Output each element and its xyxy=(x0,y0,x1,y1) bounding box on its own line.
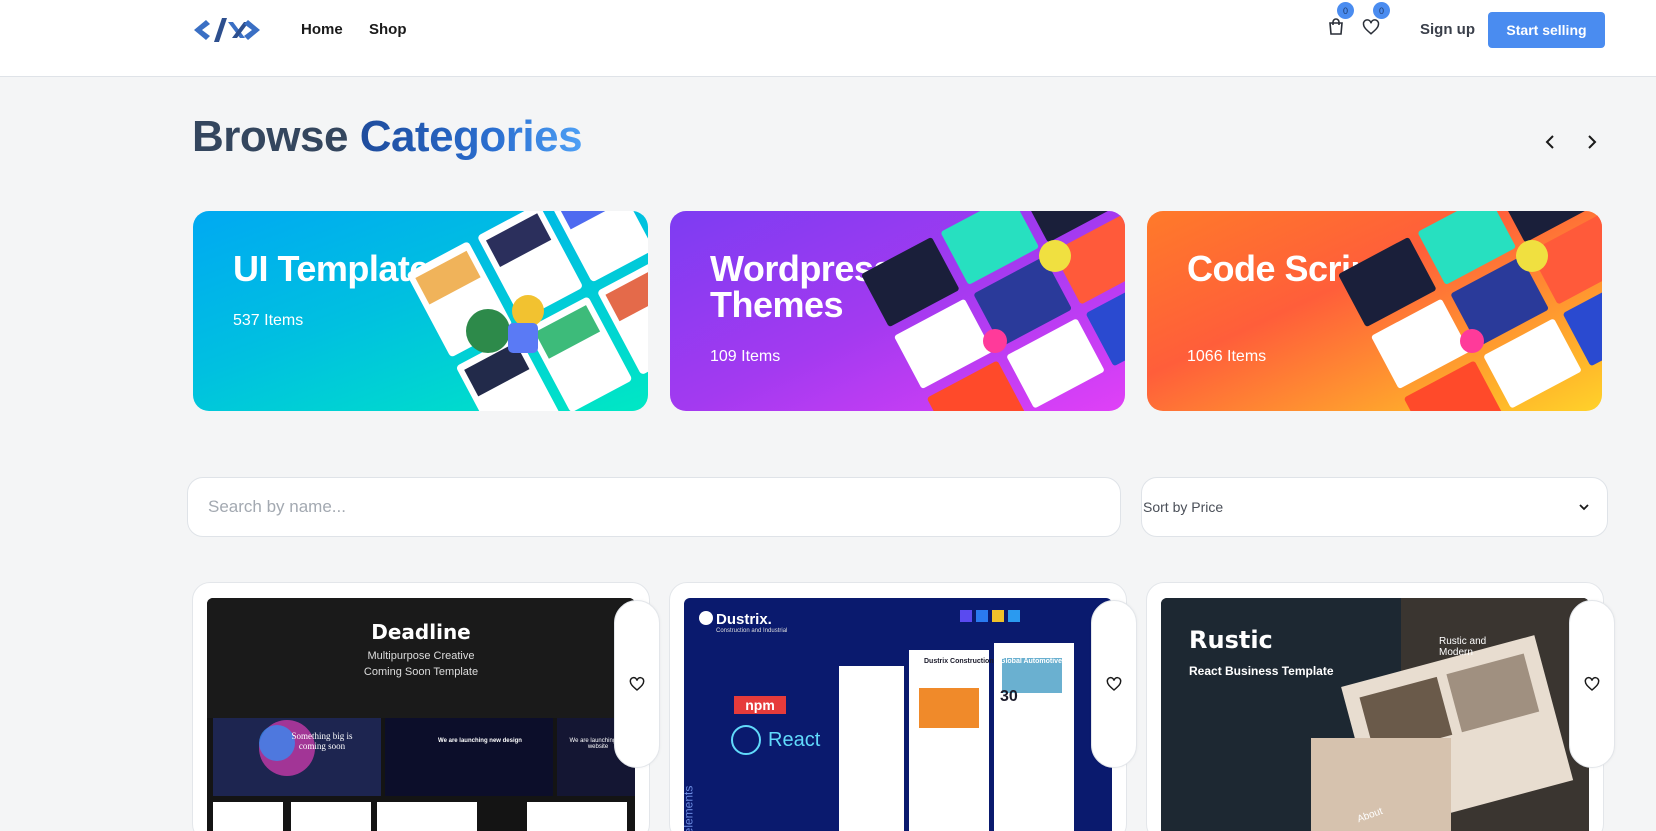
product-brand-sub: Construction and Industrial xyxy=(716,628,788,634)
heart-icon xyxy=(1362,19,1380,35)
category-count: 537 Items xyxy=(233,312,304,329)
react-badge: React xyxy=(768,729,821,751)
wordpress-themes-collage-image xyxy=(861,211,1125,411)
wishlist-toggle-button[interactable] xyxy=(1091,600,1137,768)
product-preview-image: Deadline Multipurpose Creative Coming So… xyxy=(207,598,635,831)
title-part-categories: Categories xyxy=(359,112,583,161)
category-card-code-scripts[interactable]: Code Scripts 1066 Items xyxy=(1147,211,1602,411)
product-card[interactable]: Dustrix. Construction and Industrial npm… xyxy=(669,582,1127,831)
mock-number: 30 xyxy=(1000,688,1018,705)
mock-text-2: We are launching new design xyxy=(438,738,522,744)
heart-icon xyxy=(1584,676,1600,691)
product-subtitle-line-2: Coming Soon Template xyxy=(363,666,479,678)
category-count: 109 Items xyxy=(710,348,781,365)
product-preview-image: Rustic React Business Template Rustic an… xyxy=(1161,598,1589,831)
carousel-next-arrow-icon[interactable] xyxy=(1580,131,1602,153)
sort-select[interactable]: Sort by Price xyxy=(1141,477,1608,537)
search-input[interactable] xyxy=(187,477,1121,537)
shopping-bag-icon xyxy=(1329,18,1343,35)
product-card[interactable]: Deadline Multipurpose Creative Coming So… xyxy=(192,582,650,831)
category-card-wordpress-themes[interactable]: Wordpress Themes 109 Items xyxy=(670,211,1125,411)
site-logo[interactable] xyxy=(192,14,262,44)
product-subtitle: React Business Template xyxy=(1189,664,1334,678)
npm-badge: npm xyxy=(745,697,775,713)
signup-link[interactable]: Sign up xyxy=(1420,21,1475,38)
ui-templates-collage-image xyxy=(407,211,648,411)
category-count: 1066 Items xyxy=(1187,348,1267,365)
wishlist-count-badge: 0 xyxy=(1373,2,1390,19)
code-scripts-collage-image xyxy=(1338,211,1602,411)
nav-shop-link[interactable]: Shop xyxy=(369,21,407,38)
sort-select-label: Sort by Price xyxy=(1143,499,1224,515)
carousel-prev-arrow-icon[interactable] xyxy=(1540,131,1562,153)
category-card-ui-templates[interactable]: UI Templates 537 Items xyxy=(193,211,648,411)
mock-text: Rustic and Modern xyxy=(1439,636,1487,658)
start-selling-button[interactable]: Start selling xyxy=(1488,12,1605,48)
heart-icon xyxy=(629,676,645,691)
product-title: Rustic xyxy=(1189,626,1273,654)
product-subtitle-line-1: Multipurpose Creative xyxy=(367,650,475,662)
side-vertical-text: elements xyxy=(684,785,696,831)
product-title: Deadline xyxy=(371,620,471,644)
product-brand: Dustrix. xyxy=(716,611,772,628)
wishlist-toggle-button[interactable] xyxy=(614,600,660,768)
browse-categories-title: Browse Categories xyxy=(192,112,583,162)
cart-count-badge: 0 xyxy=(1337,2,1354,19)
mock-title: Dustrix Construction xyxy=(924,658,994,665)
chevron-down-icon xyxy=(1579,504,1589,511)
top-header: Home Shop 0 0 Sign up Start selling xyxy=(0,0,1656,77)
product-preview-image: Dustrix. Construction and Industrial npm… xyxy=(684,598,1112,831)
mock-title-2: Global Automotive xyxy=(1000,658,1062,665)
product-card[interactable]: Rustic React Business Template Rustic an… xyxy=(1146,582,1604,831)
title-part-browse: Browse xyxy=(192,112,348,161)
nav-home-link[interactable]: Home xyxy=(301,21,343,38)
mock-text-1: Something big is coming soon xyxy=(291,731,353,751)
heart-icon xyxy=(1106,676,1122,691)
wishlist-toggle-button[interactable] xyxy=(1569,600,1615,768)
